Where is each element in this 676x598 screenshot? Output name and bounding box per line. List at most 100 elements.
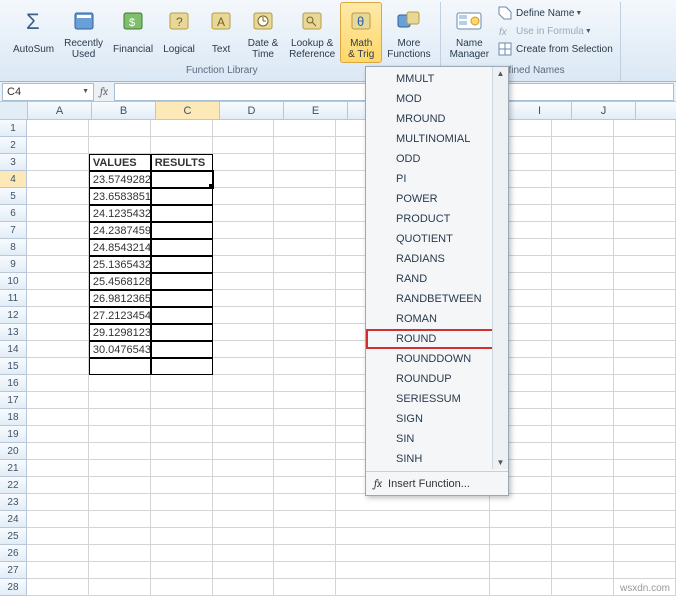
cell[interactable] [89,375,151,392]
cell[interactable] [89,358,151,375]
cell[interactable] [213,188,275,205]
menu-item-rounddown[interactable]: ROUNDDOWN [366,349,508,369]
cell[interactable] [274,477,336,494]
cell[interactable] [490,511,552,528]
row-head[interactable]: 1 [0,120,27,137]
cell[interactable] [151,290,213,307]
cell[interactable] [151,460,213,477]
cell[interactable]: 24.2387459 [89,222,151,239]
row-head[interactable]: 28 [0,579,27,596]
menu-item-mod[interactable]: MOD [366,89,508,109]
cell[interactable] [274,375,336,392]
cell[interactable] [336,511,490,528]
row-head[interactable]: 27 [0,562,27,579]
row-head[interactable]: 11 [0,290,27,307]
cell[interactable] [552,171,614,188]
cell[interactable]: 23.6583851 [89,188,151,205]
cell[interactable] [27,426,89,443]
cell[interactable] [274,205,336,222]
cell[interactable] [274,358,336,375]
menu-item-radians[interactable]: RADIANS [366,249,508,269]
cell[interactable] [27,171,89,188]
cell[interactable] [213,460,275,477]
row-head[interactable]: 13 [0,324,27,341]
cell[interactable] [151,358,213,375]
cell[interactable] [27,477,89,494]
cell[interactable] [552,392,614,409]
cell[interactable] [213,494,275,511]
select-all-corner[interactable] [0,102,28,119]
cell[interactable] [213,222,275,239]
cell[interactable] [552,511,614,528]
menu-item-seriessum[interactable]: SERIESSUM [366,389,508,409]
row-head[interactable]: 9 [0,256,27,273]
menu-item-round[interactable]: ROUND [366,329,508,349]
cell[interactable] [274,188,336,205]
cell[interactable] [89,511,151,528]
menu-item-product[interactable]: PRODUCT [366,209,508,229]
cell[interactable] [151,494,213,511]
cell[interactable] [151,528,213,545]
cell[interactable] [614,358,676,375]
cell[interactable] [614,511,676,528]
cell[interactable] [151,409,213,426]
cell[interactable] [552,426,614,443]
cell[interactable] [27,392,89,409]
cell[interactable] [274,341,336,358]
row-head[interactable]: 24 [0,511,27,528]
cell[interactable] [151,273,213,290]
cell[interactable] [151,392,213,409]
cell[interactable] [27,120,89,137]
cell[interactable] [151,324,213,341]
col-head-c[interactable]: C [156,102,220,119]
cell[interactable] [552,579,614,596]
cell[interactable] [213,477,275,494]
cell[interactable] [27,222,89,239]
cell[interactable] [151,307,213,324]
cell[interactable] [151,443,213,460]
cell[interactable] [213,137,275,154]
cell[interactable] [614,171,676,188]
cell[interactable] [27,205,89,222]
datetime-button[interactable]: Date & Time [242,2,284,63]
cell[interactable] [213,171,275,188]
math-trig-button[interactable]: θ Math & Trig [340,2,382,63]
cell[interactable] [614,426,676,443]
row-head[interactable]: 25 [0,528,27,545]
row-head[interactable]: 19 [0,426,27,443]
cell[interactable] [27,188,89,205]
cell[interactable] [614,562,676,579]
cell[interactable]: 30.0476543 [89,341,151,358]
cell[interactable] [614,307,676,324]
cell[interactable] [336,528,490,545]
cell[interactable] [27,290,89,307]
cell[interactable] [336,579,490,596]
cell[interactable] [552,239,614,256]
cell[interactable] [151,545,213,562]
cell[interactable] [614,120,676,137]
cell[interactable] [490,528,552,545]
cell[interactable]: 26.9812365 [89,290,151,307]
menu-item-multinomial[interactable]: MULTINOMIAL [366,129,508,149]
cell[interactable] [213,256,275,273]
cell[interactable] [213,528,275,545]
cell[interactable] [552,307,614,324]
cell[interactable] [552,443,614,460]
cell[interactable] [552,528,614,545]
cell[interactable] [27,341,89,358]
cell[interactable] [213,579,275,596]
cell[interactable] [151,171,213,188]
cell[interactable] [151,562,213,579]
cell[interactable] [552,324,614,341]
cell[interactable] [89,426,151,443]
row-head[interactable]: 8 [0,239,27,256]
cell[interactable] [552,460,614,477]
col-head-b[interactable]: B [92,102,156,119]
cell[interactable] [614,222,676,239]
row-head[interactable]: 15 [0,358,27,375]
row-head[interactable]: 20 [0,443,27,460]
scroll-up-icon[interactable]: ▲ [497,67,505,80]
cell[interactable] [490,545,552,562]
cell[interactable]: 23.5749282 [89,171,151,188]
cell[interactable] [614,188,676,205]
